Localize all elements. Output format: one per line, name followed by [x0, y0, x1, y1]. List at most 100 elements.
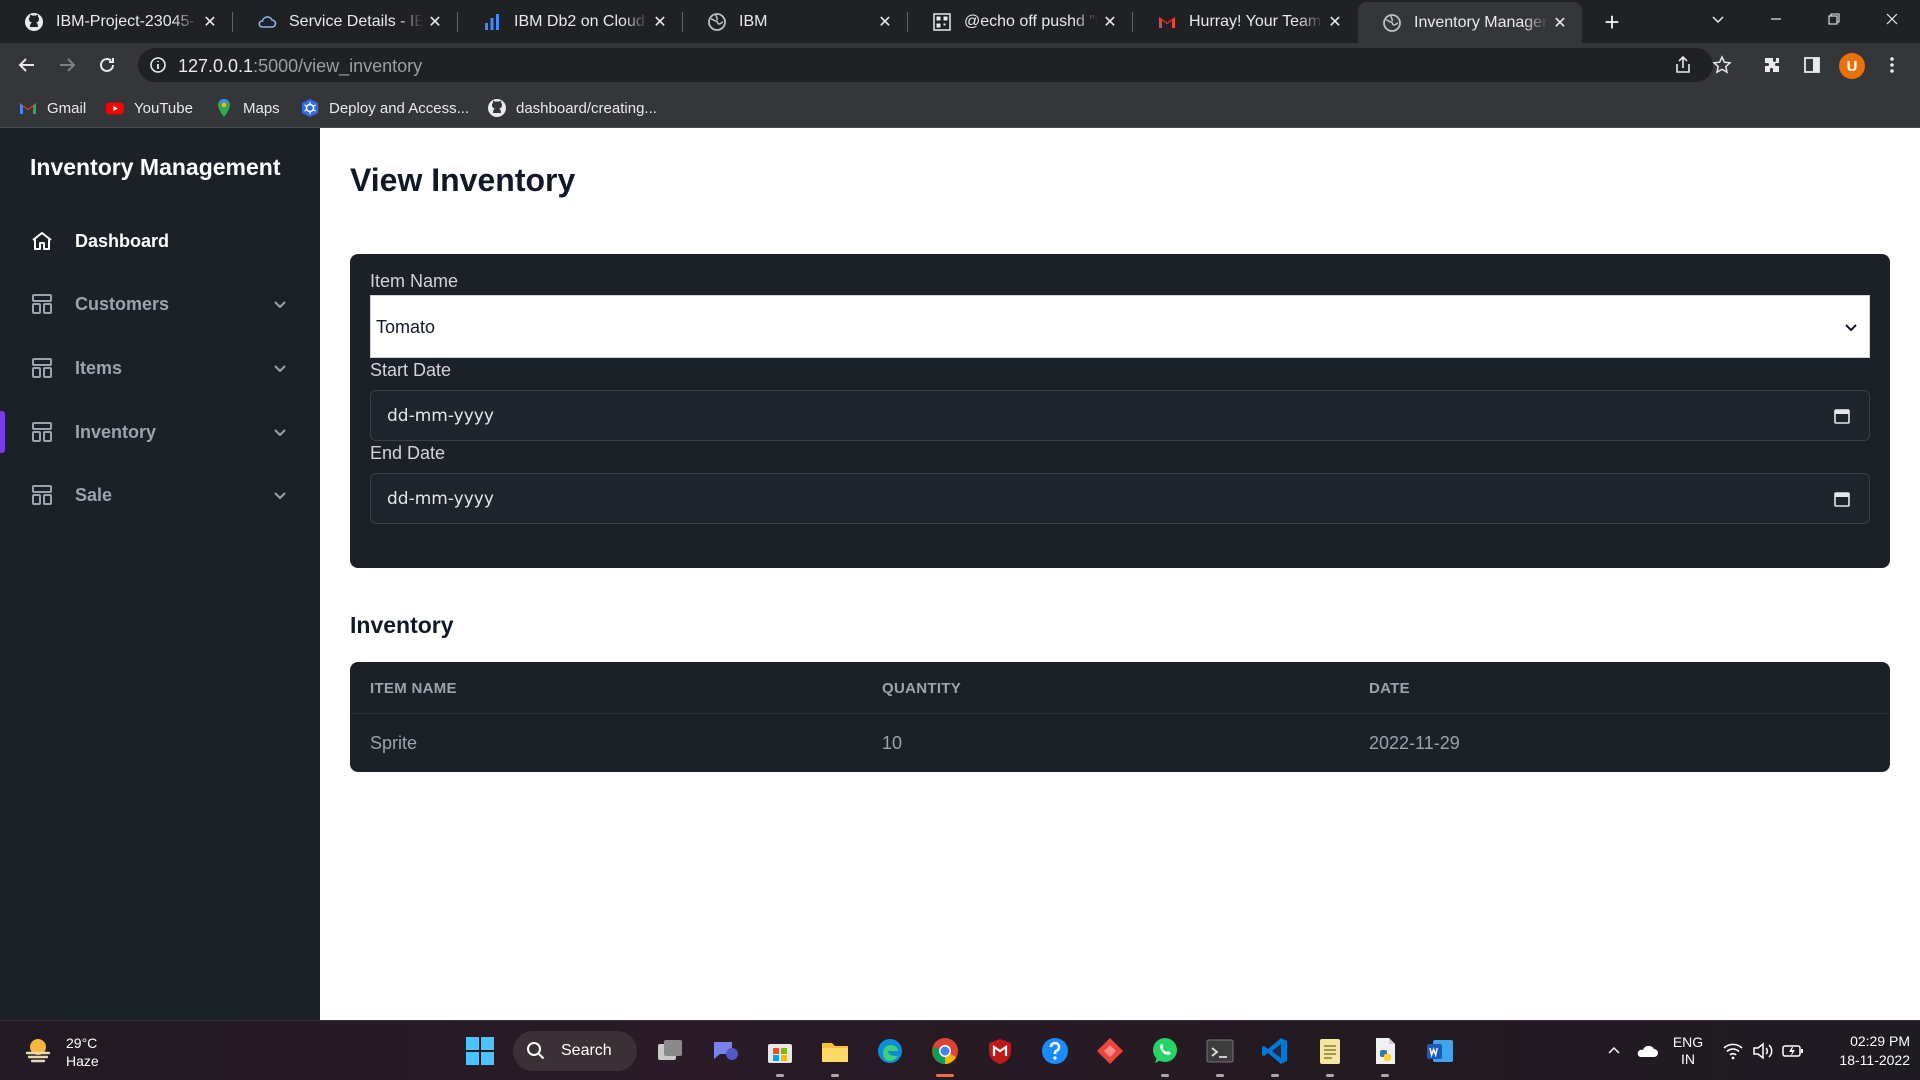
- browser-tab[interactable]: Service Details - IBM Cloud ✕: [233, 0, 457, 43]
- site-info-icon[interactable]: [148, 55, 168, 75]
- end-date-input[interactable]: dd-mm-yyyy: [370, 473, 1870, 524]
- edge-icon[interactable]: [873, 1034, 907, 1068]
- search-label: Search: [561, 1042, 612, 1059]
- chrome-icon[interactable]: [928, 1034, 962, 1077]
- column-header-item-name[interactable]: ITEM NAME: [370, 680, 457, 697]
- sidebar-item-dashboard[interactable]: Dashboard: [0, 210, 320, 272]
- globe-icon: [1382, 13, 1402, 33]
- browser-tab[interactable]: IBM Db2 on Cloud ✕: [458, 0, 682, 43]
- browser-tab-strip: IBM-Project-23045-1659 ✕ Service Details…: [0, 0, 1920, 43]
- browser-tab[interactable]: IBM-Project-23045-1659 ✕: [0, 0, 232, 43]
- sidebar-item-items[interactable]: Items: [0, 337, 320, 399]
- file-explorer-icon[interactable]: [818, 1034, 852, 1077]
- restore-button[interactable]: [1806, 0, 1862, 38]
- layout-icon: [30, 483, 54, 507]
- whatsapp-icon[interactable]: [1148, 1034, 1182, 1077]
- sidebar-item-label: Dashboard: [75, 230, 170, 251]
- show-hidden-icons-chevron-up-icon[interactable]: [1600, 1021, 1628, 1080]
- gmail-icon: [18, 98, 38, 118]
- browser-tab[interactable]: Hurray! Your Team Has ✕: [1133, 0, 1357, 43]
- browser-tab[interactable]: @echo off pushd "%~dp0" ✕: [908, 0, 1132, 43]
- close-tab-icon[interactable]: ✕: [1548, 11, 1572, 35]
- close-tab-icon[interactable]: ✕: [873, 10, 897, 34]
- calendar-icon[interactable]: [1833, 407, 1851, 425]
- side-panel-icon[interactable]: [1800, 53, 1824, 77]
- tab-title: Hurray! Your Team Has: [1189, 12, 1323, 30]
- vscode-icon[interactable]: [1258, 1034, 1292, 1077]
- sidebar-item-customers[interactable]: Customers: [0, 273, 320, 335]
- share-icon[interactable]: [1671, 53, 1695, 77]
- task-view-icon[interactable]: [653, 1034, 687, 1068]
- close-tab-icon[interactable]: ✕: [423, 10, 447, 34]
- column-header-quantity[interactable]: QUANTITY: [882, 680, 961, 697]
- tab-search-button[interactable]: [1690, 0, 1746, 38]
- new-tab-button[interactable]: +: [1598, 7, 1626, 37]
- terminal-icon[interactable]: [1203, 1034, 1237, 1077]
- sidebar-item-inventory[interactable]: Inventory: [0, 401, 320, 463]
- calendar-icon[interactable]: [1833, 490, 1851, 508]
- extensions-icon[interactable]: [1760, 53, 1784, 77]
- bookmark-maps[interactable]: Maps: [214, 97, 280, 119]
- browser-menu-icon[interactable]: [1880, 53, 1904, 77]
- close-tab-icon[interactable]: ✕: [1098, 10, 1122, 34]
- sidebar-item-dashboard[interactable]: [0, 128, 320, 190]
- close-window-button[interactable]: [1864, 0, 1920, 38]
- volume-icon[interactable]: [1748, 1021, 1778, 1080]
- forward-button[interactable]: [53, 51, 81, 79]
- close-tab-icon[interactable]: ✕: [1323, 10, 1347, 34]
- help-icon[interactable]: [1038, 1034, 1072, 1068]
- minimize-button[interactable]: [1748, 0, 1804, 38]
- start-date-input[interactable]: dd-mm-yyyy: [370, 390, 1870, 441]
- battery-charging-icon[interactable]: [1778, 1021, 1808, 1080]
- microsoft-store-icon[interactable]: [763, 1034, 797, 1077]
- python-file-icon[interactable]: [1368, 1034, 1402, 1077]
- inventory-table: ITEM NAME QUANTITY DATE Sprite 10 2022-1…: [350, 662, 1890, 772]
- language-indicator[interactable]: ENG IN: [1668, 1021, 1708, 1080]
- close-tab-icon[interactable]: ✕: [648, 10, 672, 34]
- onedrive-cloud-icon[interactable]: [1632, 1021, 1662, 1080]
- layout-icon: [30, 420, 54, 444]
- chevron-down-icon: [270, 485, 290, 505]
- url-host: 127.0.0.1: [178, 56, 254, 76]
- address-bar[interactable]: 127.0.0.1:5000/view_inventory: [138, 48, 1713, 82]
- taskbar-clock[interactable]: 02:29 PM 18-11-2022: [1820, 1032, 1910, 1070]
- clock-time: 02:29 PM: [1850, 1033, 1910, 1049]
- anydesk-icon[interactable]: [1093, 1034, 1127, 1068]
- chat-icon[interactable]: [708, 1034, 742, 1068]
- reload-button[interactable]: [93, 51, 121, 79]
- end-date-label: End Date: [370, 443, 446, 463]
- bookmark-youtube[interactable]: YouTube: [105, 97, 193, 119]
- windows-start-button[interactable]: [463, 1034, 497, 1068]
- bookmark-star-icon[interactable]: [1710, 53, 1734, 77]
- table-row: Sprite 10 2022-11-29: [350, 714, 1890, 772]
- item-name-selected-value: Tomato: [376, 317, 436, 337]
- column-header-date[interactable]: DATE: [1369, 680, 1410, 697]
- haze-sun-icon: [22, 1033, 54, 1070]
- wifi-icon[interactable]: [1718, 1021, 1748, 1080]
- word-icon[interactable]: [1423, 1034, 1457, 1068]
- cell-item-name: Sprite: [370, 733, 418, 753]
- bookmark-deploy-and-access[interactable]: Deploy and Access...: [300, 97, 469, 119]
- bookmark-dashboard-creating[interactable]: dashboard/creating...: [487, 97, 657, 119]
- browser-tab-active[interactable]: Inventory Management ✕: [1358, 2, 1582, 43]
- weather-widget[interactable]: 29°C Haze: [22, 1033, 99, 1070]
- taskbar-search[interactable]: Search: [513, 1031, 637, 1071]
- kubernetes-icon: [300, 98, 320, 118]
- notepad-icon[interactable]: [1313, 1034, 1347, 1077]
- tab-title: IBM-Project-23045-1659: [56, 12, 198, 30]
- sidebar-item-sale[interactable]: Sale: [0, 464, 320, 526]
- mcafee-icon[interactable]: [983, 1034, 1017, 1068]
- gmail-icon: [1157, 12, 1177, 32]
- weather-temperature: 29°C: [66, 1034, 98, 1051]
- running-indicator: [1381, 1074, 1389, 1077]
- running-indicator: [776, 1074, 784, 1077]
- profile-avatar[interactable]: U: [1839, 53, 1865, 79]
- browser-tab[interactable]: IBM ✕: [683, 0, 907, 43]
- chevron-down-icon: [270, 294, 290, 314]
- back-button[interactable]: [13, 51, 41, 79]
- item-name-select[interactable]: Tomato: [370, 295, 1870, 358]
- bookmark-gmail[interactable]: Gmail: [18, 97, 86, 119]
- windows-taskbar: 29°C Haze Search ENG IN 02:29 PM 18-11-2…: [0, 1020, 1920, 1080]
- tab-title: Inventory Management: [1414, 13, 1548, 31]
- close-tab-icon[interactable]: ✕: [198, 10, 222, 34]
